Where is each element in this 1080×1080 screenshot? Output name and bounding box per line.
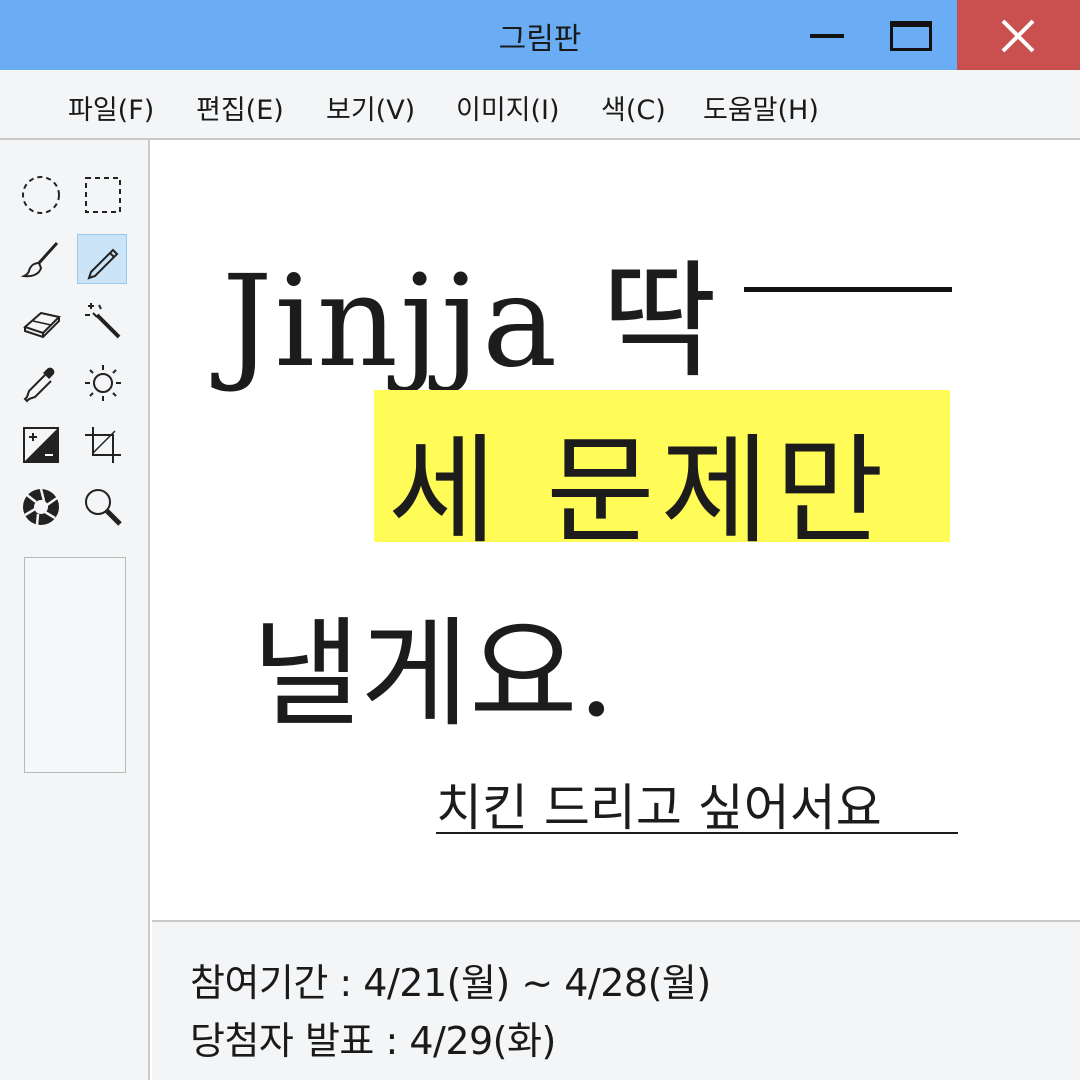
ellipse-select-tool[interactable] [16,170,66,220]
minimize-button[interactable] [790,0,868,70]
drawing-canvas[interactable]: Jinjja 딱 세 문제만 낼게요. 치킨 드리고 싶어서요 [152,140,1080,920]
participation-period: 참여기간 : 4/21(월) ~ 4/28(월) [190,961,711,1005]
title-bar: 그림판 [0,0,1080,70]
sub-headline-underline [436,832,958,834]
maximize-icon [890,21,932,51]
eyedropper-icon [23,367,55,403]
eraser-icon [23,311,61,339]
eyedropper-tool[interactable] [16,358,66,408]
ellipse-select-icon [22,176,60,214]
contrast-icon [23,427,59,463]
maximize-button[interactable] [868,0,956,70]
rect-select-tool[interactable] [78,170,128,220]
minimize-icon [810,34,844,38]
brush-icon [21,241,59,278]
aperture-tool[interactable] [16,482,66,532]
rect-select-icon [85,177,121,213]
magic-wand-tool[interactable] [78,296,128,346]
brush-tool[interactable] [16,234,66,284]
brightness-icon [85,365,121,401]
pencil-tool[interactable] [77,234,127,284]
menu-view[interactable]: 보기(V) [326,88,415,127]
aperture-icon [23,488,59,526]
menu-help[interactable]: 도움말(H) [703,88,819,127]
contrast-tool[interactable] [16,420,66,470]
sub-headline: 치킨 드리고 싶어서요 [436,779,882,837]
dash-line [744,287,952,292]
eraser-tool[interactable] [16,296,66,346]
magic-wand-icon [85,303,121,339]
winner-announcement: 당첨자 발표 : 4/29(화) [190,1019,556,1063]
headline-line-3: 낼게요. [252,605,616,743]
color-swatch[interactable] [24,557,126,773]
headline-line-2: 세 문제만 [388,422,890,560]
pencil-icon [87,248,119,280]
menu-bar: 파일(F) 편집(E) 보기(V) 이미지(I) 색(C) 도움말(H) [0,70,1080,140]
crop-icon [85,427,121,463]
close-button[interactable] [957,0,1080,70]
menu-image[interactable]: 이미지(I) [456,88,560,127]
magnifier-icon [85,489,122,526]
close-icon [1001,19,1035,53]
crop-tool[interactable] [78,420,128,470]
magnifier-tool[interactable] [78,482,128,532]
headline-line-1: Jinjja 딱 [222,248,720,395]
menu-color[interactable]: 색(C) [601,88,666,127]
toolbox [0,140,150,1080]
brightness-tool[interactable] [78,358,128,408]
info-panel: 참여기간 : 4/21(월) ~ 4/28(월) 당첨자 발표 : 4/29(화… [152,920,1080,1080]
menu-edit[interactable]: 편집(E) [196,88,284,127]
menu-file[interactable]: 파일(F) [68,88,154,127]
